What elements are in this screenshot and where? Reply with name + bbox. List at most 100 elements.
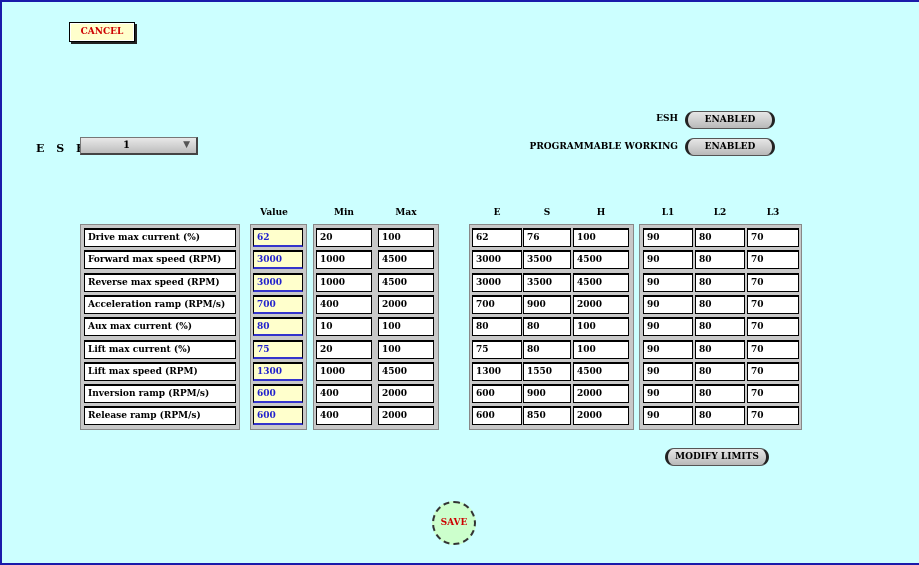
value-input[interactable]: 62	[253, 228, 303, 247]
esh-select[interactable]: 1 ▼	[80, 137, 198, 155]
max-field[interactable]: 4500	[378, 250, 434, 270]
e-field[interactable]: 600	[472, 406, 522, 426]
s-field[interactable]: 900	[523, 294, 571, 314]
l1-field[interactable]: 90	[643, 272, 693, 292]
l3-field[interactable]: 70	[747, 361, 799, 381]
s-field[interactable]: 3500	[523, 272, 571, 292]
l1-field[interactable]: 90	[643, 250, 693, 270]
e-field[interactable]: 700	[472, 294, 522, 314]
esh-toggle-label: ESH	[656, 114, 678, 124]
min-field[interactable]: 400	[316, 384, 372, 404]
s-field[interactable]: 3500	[523, 250, 571, 270]
esh-enabled-toggle[interactable]: ENABLED	[685, 111, 775, 129]
l2-field[interactable]: 80	[695, 361, 745, 381]
l2-field[interactable]: 80	[695, 406, 745, 426]
max-field[interactable]: 100	[378, 228, 434, 247]
s-field[interactable]: 80	[523, 339, 571, 359]
header-l2: L2	[713, 208, 727, 218]
l1-field[interactable]: 90	[643, 361, 693, 381]
modify-limits-button[interactable]: MODIFY LIMITS	[665, 448, 769, 466]
l2-field[interactable]: 80	[695, 339, 745, 359]
max-field[interactable]: 2000	[378, 406, 434, 426]
min-field[interactable]: 20	[316, 339, 372, 359]
l3-field[interactable]: 70	[747, 406, 799, 426]
e-field[interactable]: 600	[472, 384, 522, 404]
l3-field[interactable]: 70	[747, 317, 799, 337]
l1-field[interactable]: 90	[643, 317, 693, 337]
max-field[interactable]: 4500	[378, 272, 434, 292]
max-field[interactable]: 2000	[378, 294, 434, 314]
l2-field[interactable]: 80	[695, 228, 745, 247]
param-label: Drive max current (%)	[84, 228, 236, 247]
s-field[interactable]: 76	[523, 228, 571, 247]
h-field[interactable]: 2000	[573, 406, 629, 426]
s-field[interactable]: 80	[523, 317, 571, 337]
param-label: Aux max current (%)	[84, 317, 236, 337]
l3-field[interactable]: 70	[747, 272, 799, 292]
l3-field[interactable]: 70	[747, 384, 799, 404]
e-field[interactable]: 80	[472, 317, 522, 337]
l2-field[interactable]: 80	[695, 272, 745, 292]
max-field[interactable]: 100	[378, 339, 434, 359]
value-input[interactable]: 600	[253, 384, 303, 404]
l1-field[interactable]: 90	[643, 406, 693, 426]
value-input[interactable]: 75	[253, 339, 303, 359]
max-field[interactable]: 2000	[378, 384, 434, 404]
value-input[interactable]: 1300	[253, 361, 303, 381]
cancel-button[interactable]: CANCEL	[69, 22, 135, 42]
l3-field[interactable]: 70	[747, 339, 799, 359]
l1-field[interactable]: 90	[643, 294, 693, 314]
param-label: Release ramp (RPM/s)	[84, 406, 236, 426]
header-l3: L3	[766, 208, 780, 218]
min-field[interactable]: 10	[316, 317, 372, 337]
header-max: Max	[395, 208, 417, 218]
l1-field[interactable]: 90	[643, 339, 693, 359]
min-field[interactable]: 1000	[316, 272, 372, 292]
h-field[interactable]: 2000	[573, 384, 629, 404]
l3-field[interactable]: 70	[747, 250, 799, 270]
save-button[interactable]: SAVE	[432, 501, 476, 545]
l3-field[interactable]: 70	[747, 294, 799, 314]
l2-field[interactable]: 80	[695, 294, 745, 314]
h-field[interactable]: 4500	[573, 272, 629, 292]
s-field[interactable]: 850	[523, 406, 571, 426]
h-field[interactable]: 2000	[573, 294, 629, 314]
max-field[interactable]: 100	[378, 317, 434, 337]
value-input[interactable]: 3000	[253, 250, 303, 270]
value-input[interactable]: 3000	[253, 272, 303, 292]
h-field[interactable]: 100	[573, 228, 629, 247]
max-field[interactable]: 4500	[378, 361, 434, 381]
s-field[interactable]: 900	[523, 384, 571, 404]
header-value: Value	[260, 208, 288, 218]
min-field[interactable]: 1000	[316, 250, 372, 270]
h-field[interactable]: 100	[573, 339, 629, 359]
value-input[interactable]: 700	[253, 294, 303, 314]
e-field[interactable]: 75	[472, 339, 522, 359]
header-min: Min	[334, 208, 354, 218]
header-l1: L1	[661, 208, 675, 218]
min-field[interactable]: 400	[316, 294, 372, 314]
s-field[interactable]: 1550	[523, 361, 571, 381]
h-field[interactable]: 4500	[573, 361, 629, 381]
e-field[interactable]: 62	[472, 228, 522, 247]
esh-selected-value: 1	[123, 140, 130, 151]
l1-field[interactable]: 90	[643, 384, 693, 404]
l3-field[interactable]: 70	[747, 228, 799, 247]
l2-field[interactable]: 80	[695, 384, 745, 404]
min-field[interactable]: 400	[316, 406, 372, 426]
h-field[interactable]: 4500	[573, 250, 629, 270]
l1-field[interactable]: 90	[643, 228, 693, 247]
programmable-working-toggle[interactable]: ENABLED	[685, 138, 775, 156]
e-field[interactable]: 3000	[472, 250, 522, 270]
value-input[interactable]: 600	[253, 406, 303, 426]
esh-settings-window: CANCEL E S H 1 ▼ ESH ENABLED PROGRAMMABL…	[0, 0, 919, 565]
h-field[interactable]: 100	[573, 317, 629, 337]
min-field[interactable]: 20	[316, 228, 372, 247]
value-input[interactable]: 80	[253, 317, 303, 337]
param-label: Reverse max speed (RPM)	[84, 272, 236, 292]
l2-field[interactable]: 80	[695, 250, 745, 270]
e-field[interactable]: 3000	[472, 272, 522, 292]
min-field[interactable]: 1000	[316, 361, 372, 381]
e-field[interactable]: 1300	[472, 361, 522, 381]
l2-field[interactable]: 80	[695, 317, 745, 337]
